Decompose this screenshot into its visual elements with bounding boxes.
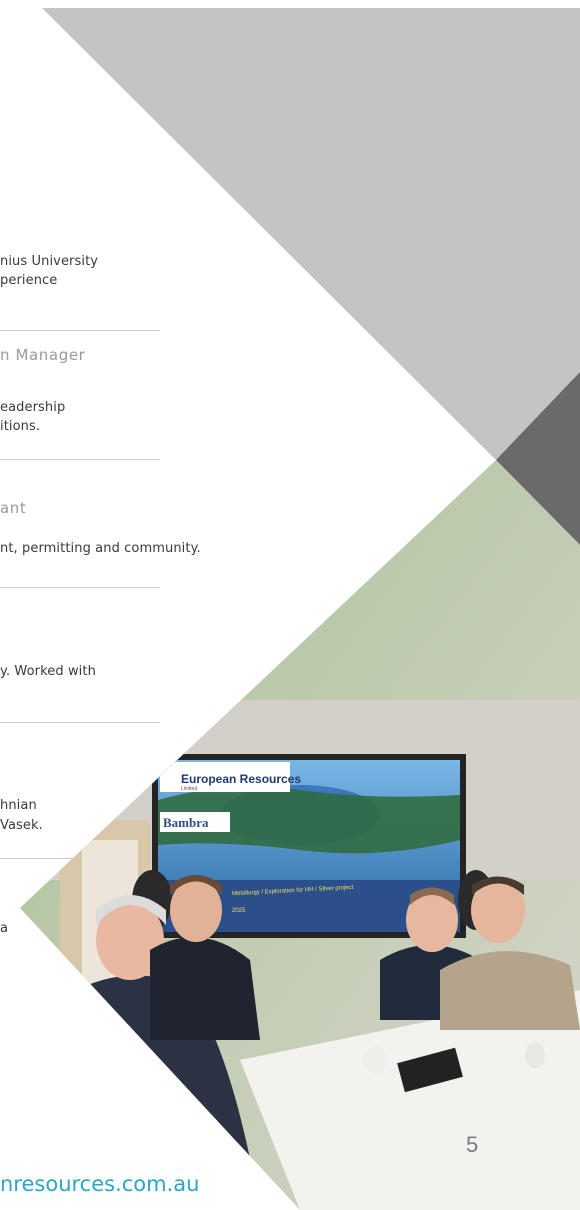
website-link[interactable]: nresources.com.au [0, 1172, 199, 1196]
page-number: 5 [466, 1132, 479, 1157]
decorative-graphics [20, 8, 580, 1210]
team-photo [20, 460, 580, 1210]
screen-logo-sub: Limited [181, 786, 198, 792]
screen-caption: 2025 [232, 908, 246, 914]
screen-brand: Bambra [163, 815, 209, 830]
screen-logo: European Resources [181, 772, 302, 786]
